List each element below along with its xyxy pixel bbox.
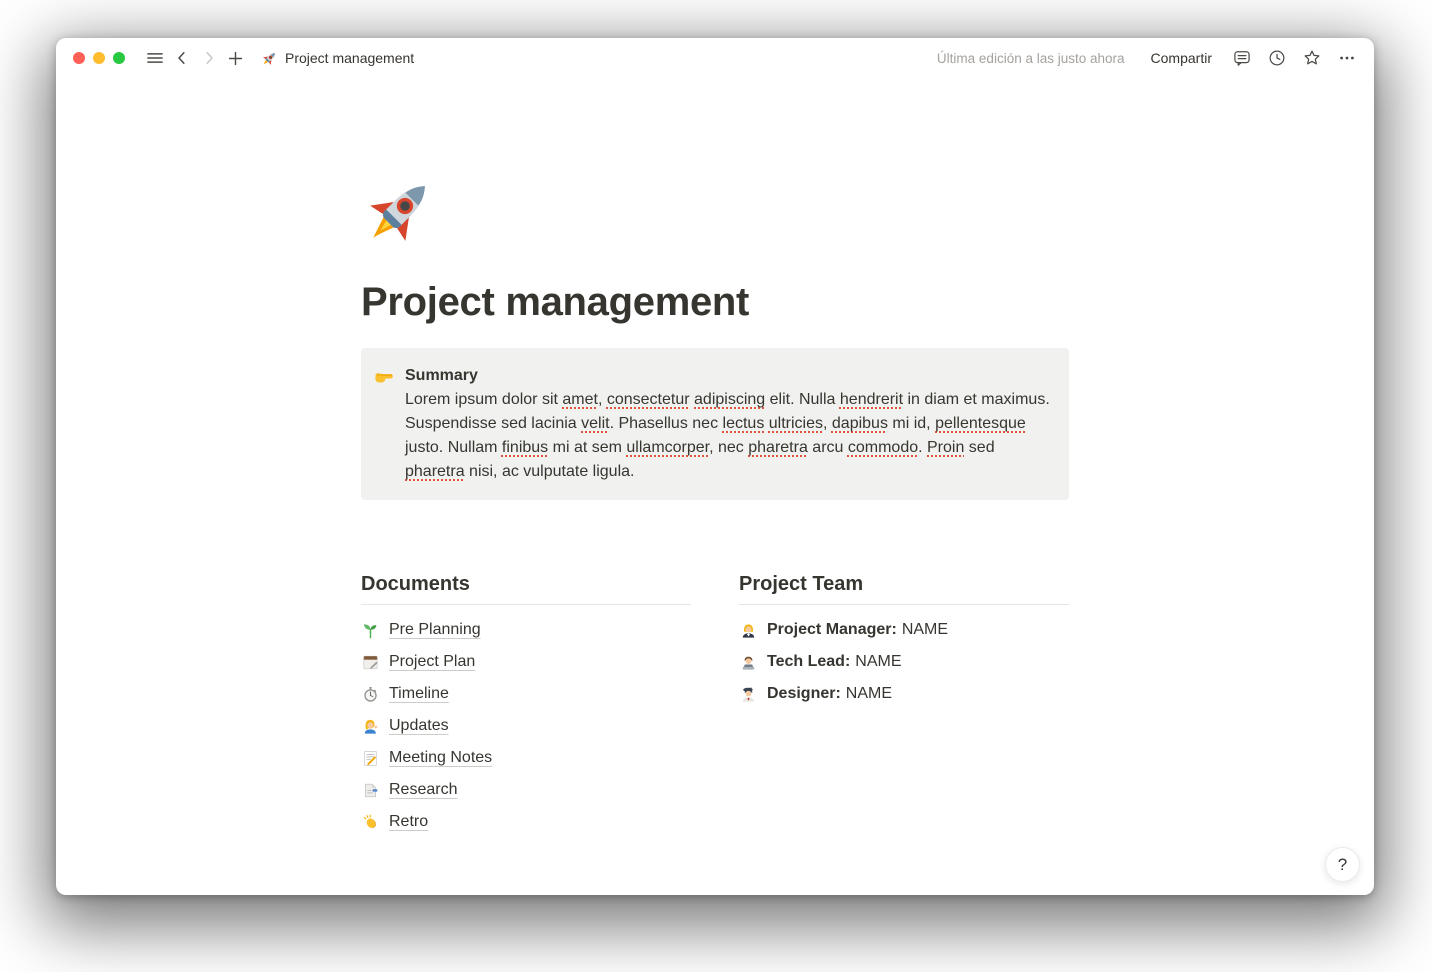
last-edited-status: Última edición a las justo ahora	[936, 50, 1125, 66]
memo-emoji	[364, 750, 377, 766]
app-window: Project management Última edición a las …	[56, 38, 1374, 895]
close-window-button[interactable]	[73, 52, 85, 64]
minimize-window-button[interactable]	[93, 52, 105, 64]
team-role-project-manager: Project Manager:	[767, 621, 897, 638]
team-role-tech-lead: Tech Lead:	[767, 653, 851, 670]
history-clock-icon[interactable]	[1263, 45, 1290, 72]
list-item: Research	[361, 774, 691, 806]
new-tab-icon[interactable]	[222, 45, 249, 72]
documents-heading: Documents	[361, 572, 691, 605]
documents-list: Pre Planning Project Plan Timeline Updat…	[361, 614, 691, 838]
pointing-right-emoji	[375, 373, 393, 383]
seedling-emoji	[364, 623, 377, 638]
list-item: Retro	[361, 806, 691, 838]
page-rocket-emoji[interactable]	[361, 172, 439, 250]
help-button[interactable]: ?	[1325, 847, 1360, 882]
window-controls	[73, 52, 125, 64]
two-column-section: Documents Pre Planning Project Plan Time…	[361, 572, 1069, 838]
team-name-designer: NAME	[845, 685, 893, 702]
team-name-project-manager: NAME	[901, 621, 949, 638]
page-content: Project management Summary Lorem ipsum d…	[56, 78, 1374, 895]
comments-icon[interactable]	[1228, 45, 1255, 72]
doc-link-research[interactable]: Research	[389, 781, 457, 799]
rocket-emoji	[261, 50, 278, 67]
doc-link-project-plan[interactable]: Project Plan	[389, 653, 475, 671]
list-item: Timeline	[361, 678, 691, 710]
doc-link-timeline[interactable]: Timeline	[389, 685, 449, 703]
doc-link-updates[interactable]: Updates	[389, 717, 449, 735]
page-title: Project management	[361, 280, 750, 324]
more-options-icon[interactable]	[1333, 45, 1360, 72]
favorite-star-icon[interactable]	[1298, 45, 1325, 72]
woman-tipping-hand-emoji	[364, 719, 378, 734]
notepad-emoji	[363, 655, 378, 669]
nav-forward-icon	[195, 45, 222, 72]
bookmark-tabs-emoji	[365, 783, 378, 797]
nav-back-icon[interactable]	[168, 45, 195, 72]
team-column: Project Team Project Manager: NAME Tech …	[739, 572, 1069, 838]
doc-link-pre-planning[interactable]: Pre Planning	[389, 621, 481, 639]
zoom-window-button[interactable]	[113, 52, 125, 64]
list-item: Project Manager: NAME	[739, 614, 1069, 646]
doc-link-retro[interactable]: Retro	[389, 813, 428, 831]
list-item: Tech Lead: NAME	[739, 646, 1069, 678]
callout-heading: Summary	[405, 367, 478, 384]
woman-office-worker-emoji	[742, 623, 755, 638]
documents-column: Documents Pre Planning Project Plan Time…	[361, 572, 691, 838]
man-technologist-emoji	[742, 656, 755, 670]
list-item: Meeting Notes	[361, 742, 691, 774]
list-item: Updates	[361, 710, 691, 742]
list-item: Pre Planning	[361, 614, 691, 646]
team-role-designer: Designer:	[767, 685, 841, 702]
list-item: Designer: NAME	[739, 678, 1069, 710]
doc-link-meeting-notes[interactable]: Meeting Notes	[389, 749, 492, 767]
breadcrumb[interactable]: Project management	[261, 50, 414, 67]
callout-text: Lorem ipsum dolor sit amet, consectetur …	[405, 391, 1050, 480]
sidebar-toggle-icon[interactable]	[141, 45, 168, 72]
stopwatch-emoji	[364, 686, 377, 702]
team-heading: Project Team	[739, 572, 1069, 605]
team-list: Project Manager: NAME Tech Lead: NAME De…	[739, 614, 1069, 710]
man-artist-emoji	[742, 686, 755, 702]
titlebar-actions: Última edición a las justo ahora Compart…	[937, 45, 1360, 72]
list-item: Project Plan	[361, 646, 691, 678]
team-name-tech-lead: NAME	[855, 653, 902, 670]
clapping-hands-emoji	[363, 813, 376, 828]
titlebar: Project management Última edición a las …	[56, 38, 1374, 78]
summary-callout: Summary Lorem ipsum dolor sit amet, cons…	[361, 348, 1069, 500]
breadcrumb-page-title: Project management	[285, 50, 415, 66]
share-button[interactable]: Compartir	[1143, 46, 1220, 70]
